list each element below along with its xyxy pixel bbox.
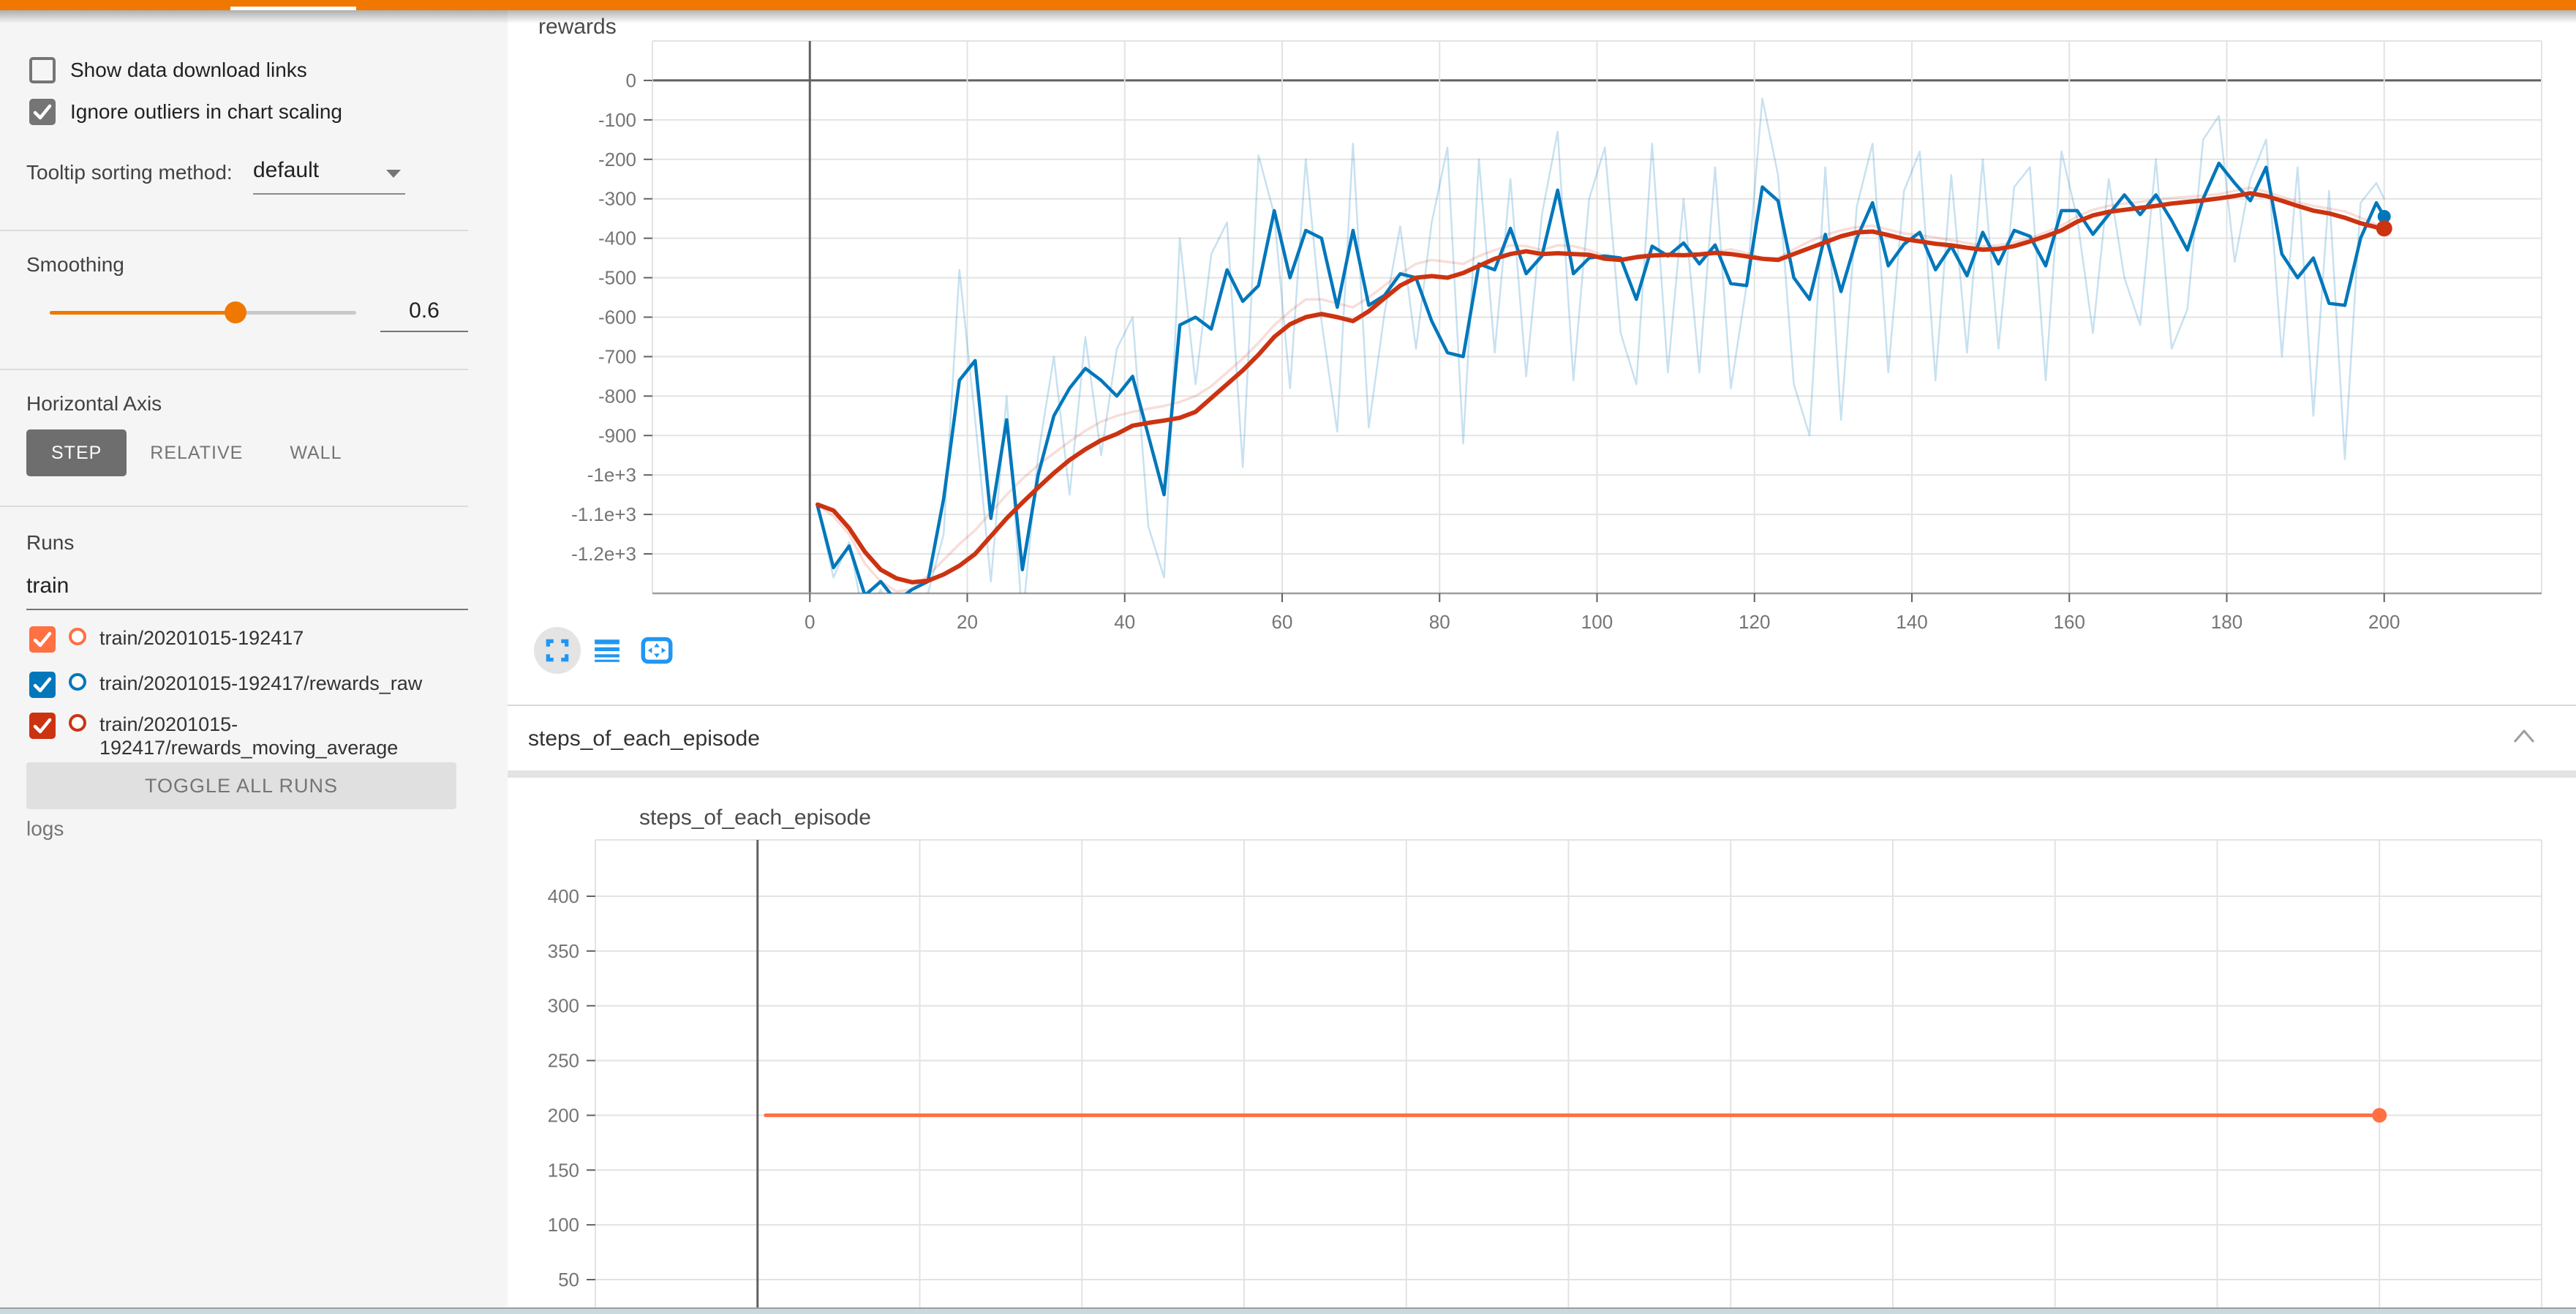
- run-label-0: train/20201015-192417: [99, 626, 465, 650]
- horizontal-axis-label: Horizontal Axis: [26, 392, 162, 416]
- svg-text:-600: -600: [598, 307, 636, 328]
- svg-text:-100: -100: [598, 109, 636, 131]
- check-icon: [29, 672, 56, 698]
- svg-text:20: 20: [957, 611, 978, 633]
- runs-label: Runs: [26, 531, 74, 555]
- tooltip-sorting-dropdown[interactable]: default: [253, 158, 405, 192]
- run-label-2: train/20201015-192417/rewards_moving_ave…: [99, 713, 465, 759]
- svg-text:-200: -200: [598, 149, 636, 170]
- toggle-all-runs-button[interactable]: TOGGLE ALL RUNS: [26, 762, 456, 809]
- divider: [0, 230, 468, 231]
- svg-text:40: 40: [1114, 611, 1135, 633]
- steps-chart[interactable]: 400 350 300 250 200 150 100 50: [508, 778, 2576, 1314]
- svg-text:-800: -800: [598, 385, 636, 407]
- section-title: steps_of_each_episode: [528, 727, 760, 751]
- svg-text:-700: -700: [598, 345, 636, 367]
- expand-card-icon[interactable]: [534, 627, 581, 674]
- runs-filter-box: [26, 574, 468, 598]
- tooltip-sorting-value: default: [253, 158, 319, 182]
- axis-relative-button[interactable]: RELATIVE: [127, 429, 266, 476]
- check-icon: [29, 713, 56, 739]
- svg-text:100: 100: [1581, 611, 1613, 633]
- check-icon: [29, 99, 56, 125]
- svg-text:120: 120: [1739, 611, 1770, 633]
- chevron-up-icon[interactable]: [2512, 728, 2537, 744]
- run-checkbox-0[interactable]: [29, 626, 56, 653]
- top-navbar[interactable]: [0, 0, 2576, 10]
- fit-domain-icon[interactable]: [633, 627, 680, 674]
- svg-text:350: 350: [548, 940, 579, 962]
- svg-text:250: 250: [548, 1050, 579, 1072]
- run-label-1: train/20201015-192417/rewards_raw: [99, 672, 465, 695]
- smoothing-value-box: [380, 299, 468, 323]
- svg-text:140: 140: [1896, 611, 1927, 633]
- run-checkbox-2[interactable]: [29, 713, 56, 739]
- axis-step-button[interactable]: STEP: [26, 429, 127, 476]
- runs-filter-underline: [26, 609, 468, 610]
- smoothing-value-input[interactable]: [380, 299, 468, 323]
- smoothing-label: Smoothing: [26, 253, 124, 277]
- svg-text:0: 0: [805, 611, 815, 633]
- svg-text:200: 200: [2368, 611, 2400, 633]
- logdir-label: logs: [26, 817, 64, 841]
- tooltip-sorting-label: Tooltip sorting method:: [26, 161, 233, 184]
- run-row-1[interactable]: train/20201015-192417/rewards_raw: [29, 672, 465, 698]
- svg-text:300: 300: [548, 995, 579, 1017]
- smoothing-slider-fill: [50, 311, 236, 315]
- svg-text:-300: -300: [598, 188, 636, 210]
- axis-wall-button[interactable]: WALL: [266, 429, 365, 476]
- run-color-swatch-0[interactable]: [69, 628, 86, 645]
- chart-toolbar: [534, 627, 683, 674]
- divider: [0, 369, 468, 370]
- show-download-links-checkbox[interactable]: [29, 57, 56, 83]
- steps-chart-card: steps_of_each_episode 400350300250200150…: [508, 778, 2576, 1314]
- svg-text:0: 0: [626, 70, 636, 91]
- section-divider: [508, 770, 2576, 778]
- svg-text:160: 160: [2054, 611, 2085, 633]
- run-color-swatch-1[interactable]: [69, 673, 86, 691]
- svg-text:200: 200: [548, 1104, 579, 1126]
- svg-text:-1e+3: -1e+3: [587, 464, 636, 486]
- smoothing-slider-thumb[interactable]: [225, 301, 246, 323]
- svg-text:-900: -900: [598, 424, 636, 446]
- run-checkbox-1[interactable]: [29, 672, 56, 698]
- show-download-links-label: Show data download links: [70, 59, 307, 82]
- horizontal-axis-button-group: STEP RELATIVE WALL: [26, 429, 365, 476]
- svg-text:150: 150: [548, 1159, 579, 1181]
- svg-text:-1.1e+3: -1.1e+3: [571, 503, 636, 525]
- svg-text:60: 60: [1272, 611, 1293, 633]
- smoothing-value-underline: [380, 331, 468, 332]
- data-table-icon[interactable]: [584, 627, 630, 674]
- dropdown-underline: [253, 193, 405, 195]
- divider: [0, 506, 468, 507]
- run-row-2[interactable]: train/20201015-192417/rewards_moving_ave…: [29, 713, 465, 759]
- chevron-down-icon: [386, 170, 401, 178]
- svg-text:100: 100: [548, 1214, 579, 1236]
- smoothing-slider[interactable]: [50, 311, 356, 315]
- active-tab-indicator: [230, 7, 356, 10]
- run-color-swatch-2[interactable]: [69, 714, 86, 732]
- svg-text:-1.2e+3: -1.2e+3: [571, 543, 636, 565]
- runs-filter-input[interactable]: [26, 574, 468, 598]
- section-header-steps-of-each-episode[interactable]: steps_of_each_episode: [508, 705, 2576, 770]
- show-download-links-row[interactable]: Show data download links: [29, 57, 307, 83]
- svg-text:-400: -400: [598, 228, 636, 249]
- main-content: rewards 0204060801001201401601802000-100…: [508, 10, 2576, 1314]
- svg-text:50: 50: [558, 1269, 579, 1291]
- svg-text:80: 80: [1429, 611, 1450, 633]
- check-icon: [29, 626, 56, 653]
- svg-text:400: 400: [548, 885, 579, 907]
- ignore-outliers-label: Ignore outliers in chart scaling: [70, 100, 342, 124]
- settings-sidebar: Show data download links Ignore outliers…: [0, 10, 508, 1314]
- svg-text:-500: -500: [598, 267, 636, 289]
- svg-text:180: 180: [2211, 611, 2242, 633]
- tooltip-sorting-row: Tooltip sorting method: default: [26, 161, 233, 190]
- ignore-outliers-row[interactable]: Ignore outliers in chart scaling: [29, 99, 342, 125]
- horizontal-scrollbar[interactable]: [0, 1307, 2576, 1314]
- rewards-chart[interactable]: 0 20 40 60 80 100 120 140 160 180 200 0 -100 -200 -300…: [508, 20, 2576, 705]
- run-row-0[interactable]: train/20201015-192417: [29, 626, 465, 653]
- tensorboard-window: Show data download links Ignore outliers…: [0, 0, 2576, 1314]
- ignore-outliers-checkbox[interactable]: [29, 99, 56, 125]
